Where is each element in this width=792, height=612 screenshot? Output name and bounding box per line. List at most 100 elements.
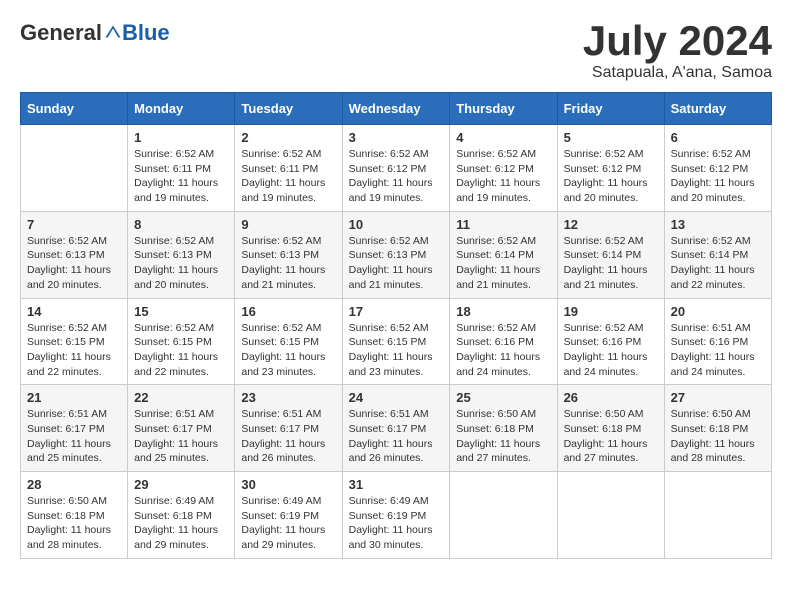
day-info: Sunrise: 6:52 AM Sunset: 6:15 PM Dayligh… [27,321,121,380]
day-info: Sunrise: 6:52 AM Sunset: 6:13 PM Dayligh… [349,234,444,293]
week-row-3: 14 Sunrise: 6:52 AM Sunset: 6:15 PM Dayli… [21,298,772,385]
calendar-cell: 21Sunrise: 6:51 AM Sunset: 6:17 PM Dayli… [21,385,128,472]
day-number: 9 [241,217,335,232]
day-number: 30 [241,477,335,492]
calendar-cell: 1 Sunrise: 6:52 AM Sunset: 6:11 PM Daylig… [128,125,235,212]
calendar-cell: 16Sunrise: 6:52 AM Sunset: 6:15 PM Dayli… [235,298,342,385]
day-number: 29 [134,477,228,492]
day-number: 4 [456,130,550,145]
calendar-cell: 29 Sunrise: 6:49 AM Sunset: 6:18 PM Dayli… [128,472,235,559]
calendar-cell [664,472,771,559]
calendar-cell: 4 Sunrise: 6:52 AM Sunset: 6:12 PM Daylig… [450,125,557,212]
day-info: Sunrise: 6:52 AM Sunset: 6:11 PM Dayligh… [241,147,335,206]
calendar-cell [557,472,664,559]
day-number: 27 [671,390,765,405]
day-info: Sunrise: 6:50 AM Sunset: 6:18 PM Dayligh… [564,407,658,466]
day-number: 24 [349,390,444,405]
month-title: July 2024 [583,20,772,62]
calendar-cell: 17 Sunrise: 6:52 AM Sunset: 6:15 PM Dayli… [342,298,450,385]
calendar-cell: 15 Sunrise: 6:52 AM Sunset: 6:15 PM Dayli… [128,298,235,385]
day-info: Sunrise: 6:52 AM Sunset: 6:15 PM Dayligh… [349,321,444,380]
day-info: Sunrise: 6:52 AM Sunset: 6:14 PM Dayligh… [564,234,658,293]
week-row-5: 28 Sunrise: 6:50 AM Sunset: 6:18 PM Dayli… [21,472,772,559]
calendar-cell: 2 Sunrise: 6:52 AM Sunset: 6:11 PM Daylig… [235,125,342,212]
day-number: 13 [671,217,765,232]
day-info: Sunrise: 6:50 AM Sunset: 6:18 PM Dayligh… [456,407,550,466]
day-info: Sunrise: 6:50 AM Sunset: 6:18 PM Dayligh… [27,494,121,553]
location-subtitle: Satapuala, A'ana, Samoa [583,64,772,82]
day-info: Sunrise: 6:52 AM Sunset: 6:14 PM Dayligh… [671,234,765,293]
day-number: 16 [241,304,335,319]
day-number: 23 [241,390,335,405]
day-info: Sunrise: 6:52 AM Sunset: 6:15 PM Dayligh… [134,321,228,380]
day-info: Sunrise: 6:51 AM Sunset: 6:17 PM Dayligh… [241,407,335,466]
day-number: 14 [27,304,121,319]
day-number: 18 [456,304,550,319]
day-number: 26 [564,390,658,405]
weekday-header-thursday: Thursday [450,93,557,125]
day-info: Sunrise: 6:49 AM Sunset: 6:19 PM Dayligh… [349,494,444,553]
title-area: July 2024 Satapuala, A'ana, Samoa [583,20,772,82]
calendar-cell [21,125,128,212]
day-number: 11 [456,217,550,232]
day-number: 31 [349,477,444,492]
day-info: Sunrise: 6:52 AM Sunset: 6:13 PM Dayligh… [134,234,228,293]
day-info: Sunrise: 6:52 AM Sunset: 6:11 PM Dayligh… [134,147,228,206]
week-row-4: 21 Sunrise: 6:51 AM Sunset: 6:17 PM Dayli… [21,385,772,472]
day-number: 7 [27,217,121,232]
day-info: Sunrise: 6:51 AM Sunset: 6:17 PM Dayligh… [349,407,444,466]
day-info: Sunrise: 6:51 AM Sunset: 6:16 PM Dayligh… [671,321,765,380]
day-number: 17 [349,304,444,319]
calendar-cell: 12 Sunrise: 6:52 AM Sunset: 6:14 PM Dayli… [557,211,664,298]
day-number: 3 [349,130,444,145]
calendar-cell: 23 Sunrise: 6:51 AM Sunset: 6:17 PM Dayli… [235,385,342,472]
day-info: Sunrise: 6:49 AM Sunset: 6:19 PM Dayligh… [241,494,335,553]
weekday-header-friday: Friday [557,93,664,125]
day-number: 5 [564,130,658,145]
calendar-cell: 25 Sunrise: 6:50 AM Sunset: 6:18 PM Dayli… [450,385,557,472]
calendar-cell: 19Sunrise: 6:52 AM Sunset: 6:16 PM Dayli… [557,298,664,385]
day-info: Sunrise: 6:49 AM Sunset: 6:18 PM Dayligh… [134,494,228,553]
calendar-cell: 3 Sunrise: 6:52 AM Sunset: 6:12 PM Daylig… [342,125,450,212]
day-number: 21 [27,390,121,405]
day-number: 20 [671,304,765,319]
day-info: Sunrise: 6:52 AM Sunset: 6:13 PM Dayligh… [27,234,121,293]
calendar-cell [450,472,557,559]
day-info: Sunrise: 6:52 AM Sunset: 6:13 PM Dayligh… [241,234,335,293]
day-number: 1 [134,130,228,145]
calendar-cell: 6Sunrise: 6:52 AM Sunset: 6:12 PM Daylig… [664,125,771,212]
logo-general: General [20,20,102,46]
logo-text: General Blue [20,20,170,46]
calendar-cell: 7 Sunrise: 6:52 AM Sunset: 6:13 PM Daylig… [21,211,128,298]
day-number: 25 [456,390,550,405]
logo-blue: Blue [122,20,170,46]
calendar-cell: 27Sunrise: 6:50 AM Sunset: 6:18 PM Dayli… [664,385,771,472]
calendar-cell: 31 Sunrise: 6:49 AM Sunset: 6:19 PM Dayli… [342,472,450,559]
day-number: 22 [134,390,228,405]
day-number: 12 [564,217,658,232]
calendar-cell: 8Sunrise: 6:52 AM Sunset: 6:13 PM Daylig… [128,211,235,298]
day-info: Sunrise: 6:52 AM Sunset: 6:12 PM Dayligh… [456,147,550,206]
weekday-header-wednesday: Wednesday [342,93,450,125]
day-number: 2 [241,130,335,145]
day-info: Sunrise: 6:52 AM Sunset: 6:14 PM Dayligh… [456,234,550,293]
calendar-cell: 18Sunrise: 6:52 AM Sunset: 6:16 PM Dayli… [450,298,557,385]
day-number: 19 [564,304,658,319]
calendar-cell: 20 Sunrise: 6:51 AM Sunset: 6:16 PM Dayli… [664,298,771,385]
day-number: 28 [27,477,121,492]
logo: General Blue [20,20,170,46]
calendar-cell: 10Sunrise: 6:52 AM Sunset: 6:13 PM Dayli… [342,211,450,298]
calendar-table: SundayMondayTuesdayWednesdayThursdayFrid… [20,92,772,559]
calendar-cell: 22 Sunrise: 6:51 AM Sunset: 6:17 PM Dayli… [128,385,235,472]
day-info: Sunrise: 6:52 AM Sunset: 6:12 PM Dayligh… [671,147,765,206]
day-info: Sunrise: 6:52 AM Sunset: 6:12 PM Dayligh… [564,147,658,206]
calendar-cell: 26 Sunrise: 6:50 AM Sunset: 6:18 PM Dayli… [557,385,664,472]
weekday-header-saturday: Saturday [664,93,771,125]
day-info: Sunrise: 6:51 AM Sunset: 6:17 PM Dayligh… [134,407,228,466]
calendar-cell: 28 Sunrise: 6:50 AM Sunset: 6:18 PM Dayli… [21,472,128,559]
day-number: 15 [134,304,228,319]
day-info: Sunrise: 6:52 AM Sunset: 6:12 PM Dayligh… [349,147,444,206]
weekday-header-row: SundayMondayTuesdayWednesdayThursdayFrid… [21,93,772,125]
week-row-1: 1 Sunrise: 6:52 AM Sunset: 6:11 PM Daylig… [21,125,772,212]
calendar-cell: 24 Sunrise: 6:51 AM Sunset: 6:17 PM Dayli… [342,385,450,472]
